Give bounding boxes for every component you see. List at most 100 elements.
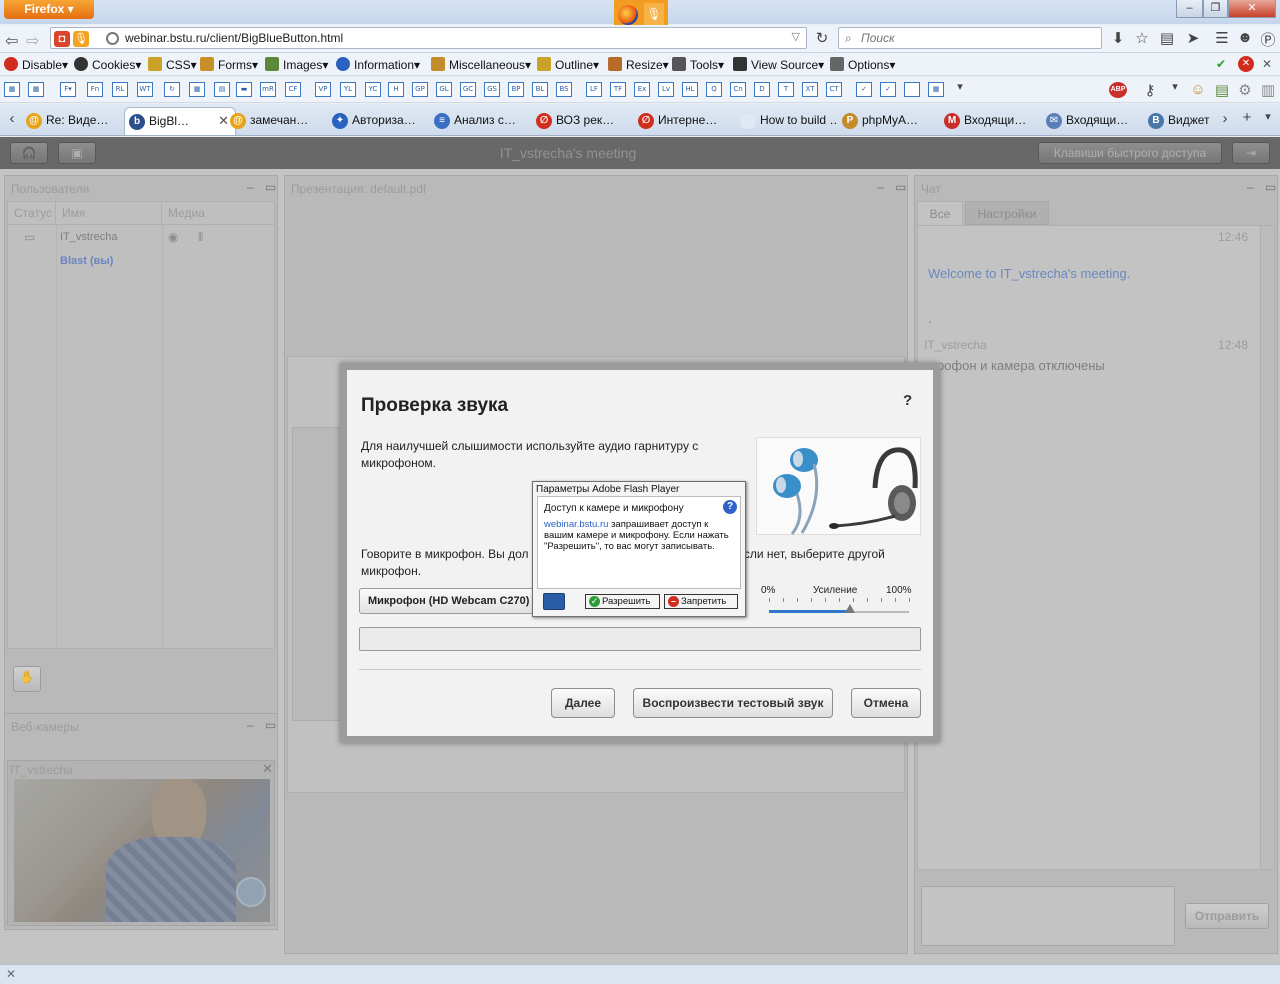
wd-resize-menu[interactable]: Resize▾ <box>608 57 669 72</box>
browser-tab[interactable]: b BigBl… ✕ <box>124 107 236 135</box>
search-input[interactable] <box>861 30 1096 46</box>
close-addon-bar-icon[interactable]: ✕ <box>6 967 16 981</box>
toolbar-tool-icon[interactable]: GP <box>412 82 428 97</box>
wd-tools-menu[interactable]: Tools▾ <box>672 57 724 72</box>
key-dropdown-icon[interactable]: ▾ <box>1165 80 1185 93</box>
toolbar-tool-icon[interactable]: T <box>778 82 794 97</box>
toolbar-tool-icon[interactable]: LF <box>586 82 602 97</box>
microphone-select[interactable]: Микрофон (HD Webcam C270) <box>359 588 545 614</box>
wd-information-menu[interactable]: Information▾ <box>336 57 420 72</box>
toolbar-tool-icon[interactable]: GL <box>436 82 452 97</box>
wd-options-menu[interactable]: Options▾ <box>830 57 895 72</box>
bookmarks-list-icon[interactable]: ▤ <box>1157 29 1177 47</box>
toolbar-tool-icon[interactable]: F▾ <box>60 82 76 97</box>
toolbar-tool-icon[interactable] <box>904 82 920 97</box>
toolbar-tool-icon[interactable]: VP <box>315 82 331 97</box>
extension-icon[interactable]: ▥ <box>1258 81 1278 99</box>
help-icon[interactable]: ? <box>903 392 912 409</box>
bookmark-star-icon[interactable]: ☆ <box>1132 29 1152 47</box>
toolbar-tool-icon[interactable]: YC <box>365 82 381 97</box>
wd-cookies-menu[interactable]: Cookies▾ <box>74 57 141 72</box>
browser-tab[interactable]: B Виджет … <box>1144 107 1214 135</box>
browser-tab[interactable]: PphpMyA… <box>838 107 938 135</box>
url-text[interactable]: webinar.bstu.ru/client/BigBlueButton.htm… <box>125 31 343 45</box>
toolbar-tool-icon[interactable]: GC <box>460 82 476 97</box>
wd-miscellaneous-menu[interactable]: Miscellaneous▾ <box>431 57 531 72</box>
browser-tab[interactable]: ≡ Анализ с… <box>430 107 530 135</box>
toolbar-more-icon[interactable]: ▾ <box>950 80 970 93</box>
download-icon[interactable]: ⬇ <box>1108 29 1128 47</box>
toolbar-tool-icon[interactable]: ▦ <box>189 82 205 97</box>
toolbar-tool-icon[interactable]: CT <box>826 82 842 97</box>
next-button[interactable]: Далее <box>551 688 615 718</box>
wd-view-source-menu[interactable]: View Source▾ <box>733 57 824 72</box>
wd-outline-menu[interactable]: Outline▾ <box>537 57 599 72</box>
validation-ok-icon[interactable]: ✔ <box>1216 57 1226 71</box>
toolbar-grid2-icon[interactable]: ▦ <box>28 82 44 97</box>
key-icon[interactable]: ⚷ <box>1140 81 1160 99</box>
toolbar-tool-icon[interactable]: ▤ <box>214 82 230 97</box>
new-tab-icon[interactable]: + <box>1237 109 1257 126</box>
tab-scroll-right-icon[interactable]: › <box>1215 110 1235 127</box>
close-toolbar-icon[interactable]: ✕ <box>1262 57 1272 71</box>
chat-bubble-icon[interactable]: ☻ <box>1235 29 1255 46</box>
browser-tab[interactable]: ∅ ВОЗ рек… <box>532 107 632 135</box>
toolbar-tool-icon[interactable]: D <box>754 82 770 97</box>
toolbar-tool-icon[interactable]: ▦ <box>928 82 944 97</box>
toolbar-tool-icon[interactable]: Fn <box>87 82 103 97</box>
play-test-sound-button[interactable]: Воспроизвести тестовый звук <box>633 688 833 718</box>
reload-icon[interactable]: ↻ <box>812 29 832 47</box>
send-icon[interactable]: ➤ <box>1183 29 1203 47</box>
microphone-icon[interactable]: 🎙 <box>644 3 664 27</box>
firefox-menu-button[interactable]: Firefox ▾ <box>4 0 94 19</box>
all-tabs-icon[interactable]: ▾ <box>1258 110 1278 123</box>
menu-icon[interactable]: ☰ <box>1212 29 1232 47</box>
wd-forms-menu[interactable]: Forms▾ <box>200 57 258 72</box>
toolbar-tool-icon[interactable]: ✓ <box>880 82 896 97</box>
wd-disable-menu[interactable]: Disable▾ <box>4 57 68 72</box>
maximize-button[interactable]: ❐ <box>1203 0 1228 18</box>
toolbar-tool-icon[interactable]: GS <box>484 82 500 97</box>
toolbar-tool-icon[interactable]: ✓ <box>856 82 872 97</box>
browser-tab[interactable]: @ Re: Виде… <box>22 107 122 135</box>
toolbar-tool-icon[interactable]: BS <box>556 82 572 97</box>
toolbar-tool-icon[interactable]: CF <box>285 82 301 97</box>
flash-settings-icon[interactable] <box>543 593 565 610</box>
wd-images-menu[interactable]: Images▾ <box>265 57 328 72</box>
close-window-button[interactable]: ✕ <box>1228 0 1276 18</box>
minimize-button[interactable]: – <box>1176 0 1203 18</box>
site-identity-icon[interactable] <box>106 32 119 45</box>
toolbar-tool-icon[interactable]: BP <box>508 82 524 97</box>
toolbar-tool-icon[interactable]: RL <box>112 82 128 97</box>
toolbar-tool-icon[interactable]: YL <box>340 82 356 97</box>
toolbar-tool-icon[interactable]: TF <box>610 82 626 97</box>
allow-button[interactable]: ✓ Разрешить <box>585 594 660 609</box>
wd-css-menu[interactable]: CSS▾ <box>148 57 197 72</box>
toolbar-tool-icon[interactable]: HL <box>682 82 698 97</box>
flash-help-icon[interactable]: ? <box>723 500 737 514</box>
browser-tab[interactable]: ✉ Входящи… <box>1042 107 1142 135</box>
deny-button[interactable]: – Запретить <box>664 594 738 609</box>
toolbar-tool-icon[interactable]: H <box>388 82 404 97</box>
browser-tab[interactable]: M Входящи… <box>940 107 1040 135</box>
forward-arrow-icon[interactable]: ⇨ <box>26 31 39 51</box>
gain-slider[interactable]: 0% Усиление 100% <box>759 585 921 621</box>
back-arrow-icon[interactable]: ⇦ <box>5 31 18 51</box>
gear-icon[interactable]: ⚙ <box>1235 81 1255 99</box>
toolbar-tool-icon[interactable]: ▬ <box>236 82 252 97</box>
toolbar-tool-icon[interactable]: Lv <box>658 82 674 97</box>
toolbar-tool-icon[interactable]: Ex <box>634 82 650 97</box>
toolbar-tool-icon[interactable]: Q <box>706 82 722 97</box>
url-bar[interactable]: ◘ 🎙 webinar.bstu.ru/client/BigBlueButton… <box>50 27 807 49</box>
page-action-icon[interactable]: ◘ <box>54 31 70 47</box>
notes-icon[interactable]: ▤ <box>1212 81 1232 99</box>
cancel-button[interactable]: Отмена <box>851 688 921 718</box>
gain-thumb[interactable] <box>845 604 856 613</box>
toolbar-tool-icon[interactable]: Cn <box>730 82 746 97</box>
validation-error-icon[interactable]: ✕ <box>1238 56 1254 72</box>
toolbar-tool-icon[interactable]: WT <box>137 82 153 97</box>
toolbar-tool-icon[interactable]: BL <box>532 82 548 97</box>
browser-tab[interactable]: ∅ Интерне… <box>634 107 734 135</box>
search-box[interactable]: ⌕ <box>838 27 1102 49</box>
toolbar-tool-icon[interactable]: mR <box>260 82 276 97</box>
